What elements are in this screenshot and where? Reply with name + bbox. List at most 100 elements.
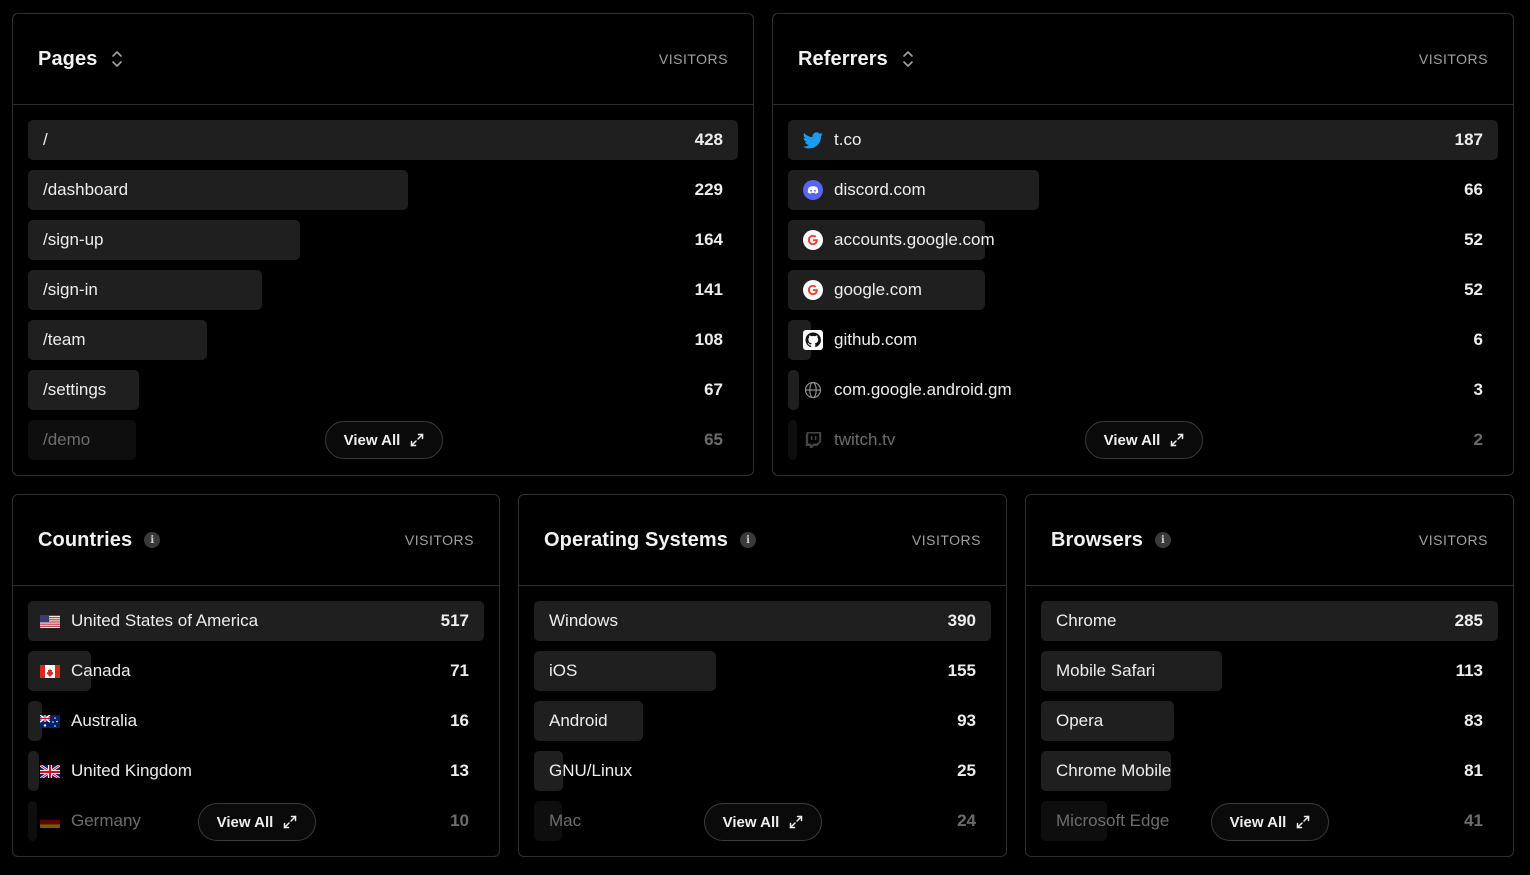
row-label: Opera bbox=[1056, 711, 1104, 730]
row-value: 229 bbox=[694, 180, 723, 199]
github-icon bbox=[803, 330, 823, 350]
list-item[interactable]: Android 93 bbox=[534, 701, 991, 741]
list-item[interactable]: United Kingdom 13 bbox=[28, 751, 484, 791]
row-value: 52 bbox=[1464, 280, 1483, 299]
row-label: Mac bbox=[549, 811, 582, 830]
list-item[interactable]: google.com 52 bbox=[788, 270, 1498, 310]
referrer-name: github.com bbox=[834, 330, 918, 349]
row-label: Mobile Safari bbox=[1056, 661, 1156, 680]
countries-visitors-label: VISITORS bbox=[404, 532, 474, 548]
list-item[interactable]: iOS 155 bbox=[534, 651, 991, 691]
view-all-label: View All bbox=[722, 813, 780, 831]
info-icon[interactable]: i bbox=[144, 532, 161, 548]
view-all-label: View All bbox=[343, 431, 401, 449]
row-label-wrap: com.google.android.gm bbox=[788, 380, 1012, 400]
os-title: Operating Systems bbox=[544, 528, 728, 551]
referrers-title: Referrers bbox=[798, 47, 888, 70]
row-label: /sign-in bbox=[43, 280, 98, 299]
row-label-wrap: Australia bbox=[28, 711, 137, 731]
referrer-name: discord.com bbox=[834, 180, 926, 199]
list-item[interactable]: /dashboard 229 bbox=[28, 170, 738, 210]
list-item[interactable]: Opera 83 bbox=[1041, 701, 1498, 741]
expand-icon bbox=[411, 433, 424, 447]
row-value: 428 bbox=[694, 130, 723, 149]
row-value: 41 bbox=[1464, 811, 1483, 830]
row-value: 81 bbox=[1464, 761, 1483, 780]
os-visitors-label: VISITORS bbox=[911, 532, 981, 548]
list-item[interactable]: /sign-in 141 bbox=[28, 270, 738, 310]
view-all-button[interactable]: View All bbox=[1085, 421, 1203, 459]
row-value: 2 bbox=[1473, 430, 1483, 449]
row-value: 164 bbox=[694, 230, 723, 249]
row-value: 13 bbox=[450, 761, 469, 780]
list-item[interactable]: Chrome Mobile 81 bbox=[1041, 751, 1498, 791]
row-value: 65 bbox=[704, 430, 723, 449]
row-label: /demo bbox=[43, 430, 91, 449]
row-label: GNU/Linux bbox=[549, 761, 633, 780]
country-name: Germany bbox=[71, 811, 141, 830]
list-item[interactable]: t.co 187 bbox=[788, 120, 1498, 160]
view-all-label: View All bbox=[1103, 431, 1161, 449]
list-item[interactable]: Canada 71 bbox=[28, 651, 484, 691]
row-value: 141 bbox=[694, 280, 723, 299]
expand-icon bbox=[1297, 815, 1310, 829]
pages-card: Pages VISITORS / 428 /dashboard 229 /sign-… bbox=[12, 13, 754, 476]
row-label-wrap: github.com bbox=[788, 330, 917, 350]
row-value: 16 bbox=[450, 711, 469, 730]
row-value: 155 bbox=[947, 661, 976, 680]
list-item[interactable]: Windows 390 bbox=[534, 601, 991, 641]
row-label: Chrome Mobile bbox=[1056, 761, 1172, 780]
us-flag-icon bbox=[40, 614, 60, 628]
list-item[interactable]: /sign-up 164 bbox=[28, 220, 738, 260]
view-all-button[interactable]: View All bbox=[325, 421, 443, 459]
row-label-wrap: t.co bbox=[788, 130, 861, 150]
list-item[interactable]: Australia 16 bbox=[28, 701, 484, 741]
browsers-header: Browsers i VISITORS bbox=[1026, 495, 1513, 586]
list-item[interactable]: com.google.android.gm 3 bbox=[788, 370, 1498, 410]
row-label: /team bbox=[43, 330, 86, 349]
twitch-icon bbox=[803, 430, 823, 450]
view-all-label: View All bbox=[216, 813, 274, 831]
row-value: 187 bbox=[1454, 130, 1483, 149]
row-value: 108 bbox=[694, 330, 723, 349]
list-item[interactable]: github.com 6 bbox=[788, 320, 1498, 360]
row-value: 67 bbox=[704, 380, 723, 399]
referrers-list: t.co 187 discord.com 66 accounts.google.… bbox=[773, 105, 1513, 460]
row-label-wrap: google.com bbox=[788, 280, 922, 300]
pages-title: Pages bbox=[38, 47, 98, 70]
list-item[interactable]: discord.com 66 bbox=[788, 170, 1498, 210]
list-item[interactable]: /settings 67 bbox=[28, 370, 738, 410]
view-all-button[interactable]: View All bbox=[198, 803, 316, 841]
list-item[interactable]: Mobile Safari 113 bbox=[1041, 651, 1498, 691]
referrer-name: accounts.google.com bbox=[834, 230, 995, 249]
browsers-card: Browsers i VISITORS Chrome 285 Mobile Saf… bbox=[1025, 494, 1514, 857]
view-all-button[interactable]: View All bbox=[1211, 803, 1329, 841]
info-icon[interactable]: i bbox=[740, 532, 756, 548]
expand-icon bbox=[1171, 433, 1184, 447]
row-label-wrap: accounts.google.com bbox=[788, 230, 995, 250]
countries-header: Countries i VISITORS bbox=[13, 495, 499, 586]
globe-icon bbox=[803, 380, 823, 400]
au-flag-icon bbox=[40, 714, 60, 728]
list-item[interactable]: / 428 bbox=[28, 120, 738, 160]
referrer-name: t.co bbox=[834, 130, 862, 149]
list-item[interactable]: United States of America 517 bbox=[28, 601, 484, 641]
row-label-wrap: United Kingdom bbox=[28, 761, 192, 781]
google-icon bbox=[803, 280, 823, 300]
sort-toggle-icon[interactable] bbox=[111, 49, 123, 69]
info-icon[interactable]: i bbox=[1154, 532, 1171, 548]
list-item[interactable]: GNU/Linux 25 bbox=[534, 751, 991, 791]
discord-icon bbox=[803, 180, 823, 200]
row-value: 24 bbox=[957, 811, 976, 830]
row-label: /settings bbox=[43, 380, 107, 399]
sort-toggle-icon[interactable] bbox=[902, 49, 914, 69]
list-item[interactable]: accounts.google.com 52 bbox=[788, 220, 1498, 260]
row-value: 517 bbox=[440, 611, 469, 630]
referrer-name: twitch.tv bbox=[834, 430, 896, 449]
row-value: 285 bbox=[1454, 611, 1483, 630]
browsers-title: Browsers bbox=[1051, 528, 1143, 551]
view-all-button[interactable]: View All bbox=[704, 803, 822, 841]
list-item[interactable]: /team 108 bbox=[28, 320, 738, 360]
list-item[interactable]: Chrome 285 bbox=[1041, 601, 1498, 641]
referrers-visitors-label: VISITORS bbox=[1418, 51, 1488, 67]
